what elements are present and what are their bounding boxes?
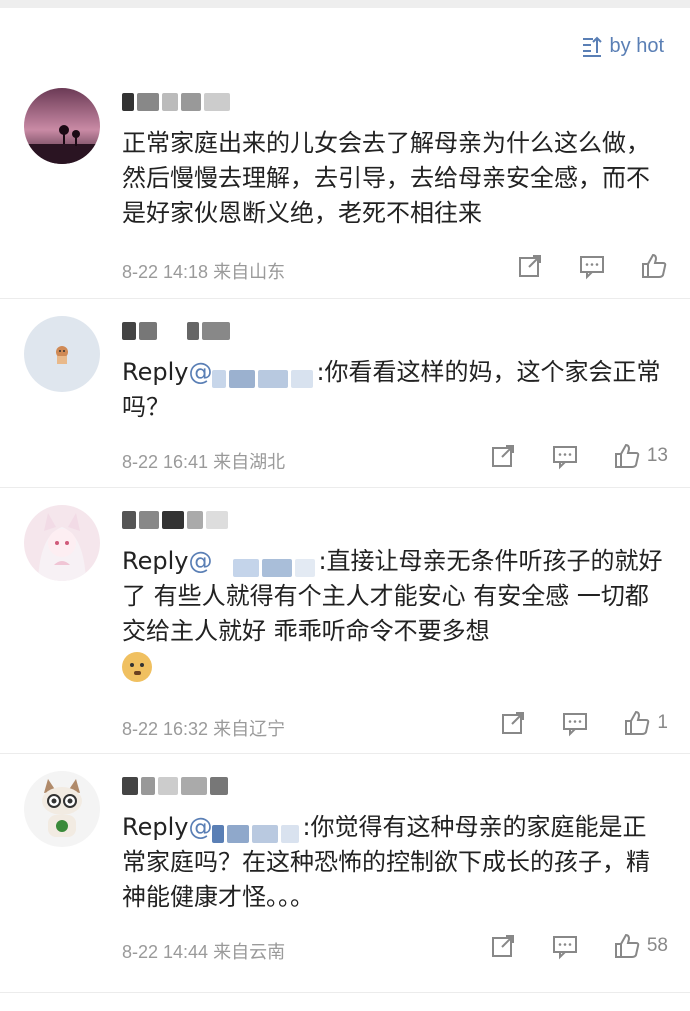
cat-avatar-image bbox=[42, 779, 82, 837]
user-name-blurred[interactable] bbox=[122, 319, 233, 343]
user-name-blurred[interactable] bbox=[122, 774, 231, 798]
anime-girl-avatar-image bbox=[38, 513, 86, 581]
user-name-blurred[interactable] bbox=[122, 508, 231, 532]
sort-icon bbox=[582, 36, 602, 57]
sort-bar: by hot bbox=[0, 8, 690, 80]
comment-icon bbox=[580, 256, 604, 280]
avatar[interactable] bbox=[24, 505, 100, 581]
comment-meta: 8-22 14:18 来自山东 bbox=[122, 262, 286, 282]
reply-target-blurred[interactable] bbox=[212, 818, 302, 843]
like-button[interactable]: 58 bbox=[613, 932, 668, 960]
sunset-avatar-image bbox=[24, 88, 100, 164]
share-icon bbox=[491, 445, 514, 467]
sort-label: by hot bbox=[609, 34, 664, 57]
reply-text: Reply@:直接让母亲无条件听孩子的就好了 有些人就得有个主人才能安心 有安全… bbox=[122, 544, 668, 684]
comment-button[interactable] bbox=[578, 252, 606, 280]
share-icon bbox=[502, 712, 525, 734]
reply-text: Reply@:你觉得有这种母亲的家庭能是正常家庭吗？在这种恐怖的控制欲下成长的孩… bbox=[122, 813, 650, 911]
comment-text: 正常家庭出来的儿女会去了解母亲为什么这么做，然后慢慢去理解，去引导，去给母亲安全… bbox=[122, 129, 650, 227]
top-divider bbox=[0, 0, 690, 8]
like-button[interactable] bbox=[640, 252, 668, 280]
comment-icon bbox=[552, 936, 577, 960]
comment-meta: 8-22 16:32 来自辽宁 bbox=[122, 719, 286, 739]
comment-item: Reply@:你觉得有这种母亲的家庭能是正常家庭吗？在这种恐怖的控制欲下成长的孩… bbox=[0, 754, 690, 993]
comment-item: 正常家庭出来的儿女会去了解母亲为什么这么做，然后慢慢去理解，去引导，去给母亲安全… bbox=[0, 80, 690, 299]
comment-item: Reply@:你看看这样的妈，这个家会正常吗？ 8-22 16:41 来自湖北 … bbox=[0, 299, 690, 488]
comment-meta: 8-22 14:44 来自云南 bbox=[122, 942, 286, 962]
thumbs-up-icon bbox=[625, 710, 650, 735]
share-icon bbox=[519, 255, 541, 277]
reply-text: Reply@:你看看这样的妈，这个家会正常吗？ bbox=[122, 358, 661, 421]
avatar[interactable] bbox=[24, 316, 100, 392]
avatar[interactable] bbox=[24, 88, 100, 164]
user-name-blurred[interactable] bbox=[122, 90, 233, 114]
share-button[interactable] bbox=[489, 932, 517, 960]
like-count: 58 bbox=[646, 935, 668, 956]
share-button[interactable] bbox=[499, 709, 527, 737]
thumbs-up-icon bbox=[642, 253, 667, 278]
comment-button[interactable] bbox=[551, 442, 579, 470]
comment-meta: 8-22 16:41 来自湖北 bbox=[122, 452, 286, 472]
small-character-avatar-image bbox=[56, 346, 68, 364]
like-count: 1 bbox=[657, 712, 668, 733]
comment-button[interactable] bbox=[551, 932, 579, 960]
thumbs-up-icon bbox=[614, 933, 640, 958]
reply-target-blurred[interactable] bbox=[212, 552, 318, 577]
like-count: 13 bbox=[646, 445, 668, 466]
comment-icon bbox=[552, 446, 577, 470]
sort-by-hot-button[interactable]: by hot bbox=[580, 34, 664, 58]
like-button[interactable]: 13 bbox=[613, 442, 668, 470]
comment-item: Reply@:直接让母亲无条件听孩子的就好了 有些人就得有个主人才能安心 有安全… bbox=[0, 488, 690, 754]
share-button[interactable] bbox=[516, 252, 544, 280]
avatar[interactable] bbox=[24, 771, 100, 847]
share-button[interactable] bbox=[489, 442, 517, 470]
like-button[interactable]: 1 bbox=[623, 709, 668, 737]
share-icon bbox=[491, 935, 514, 957]
doge-emoji-icon bbox=[122, 652, 152, 682]
comment-button[interactable] bbox=[561, 709, 589, 737]
reply-target-blurred[interactable] bbox=[212, 363, 316, 388]
thumbs-up-icon bbox=[614, 443, 640, 468]
comment-icon bbox=[563, 713, 588, 737]
